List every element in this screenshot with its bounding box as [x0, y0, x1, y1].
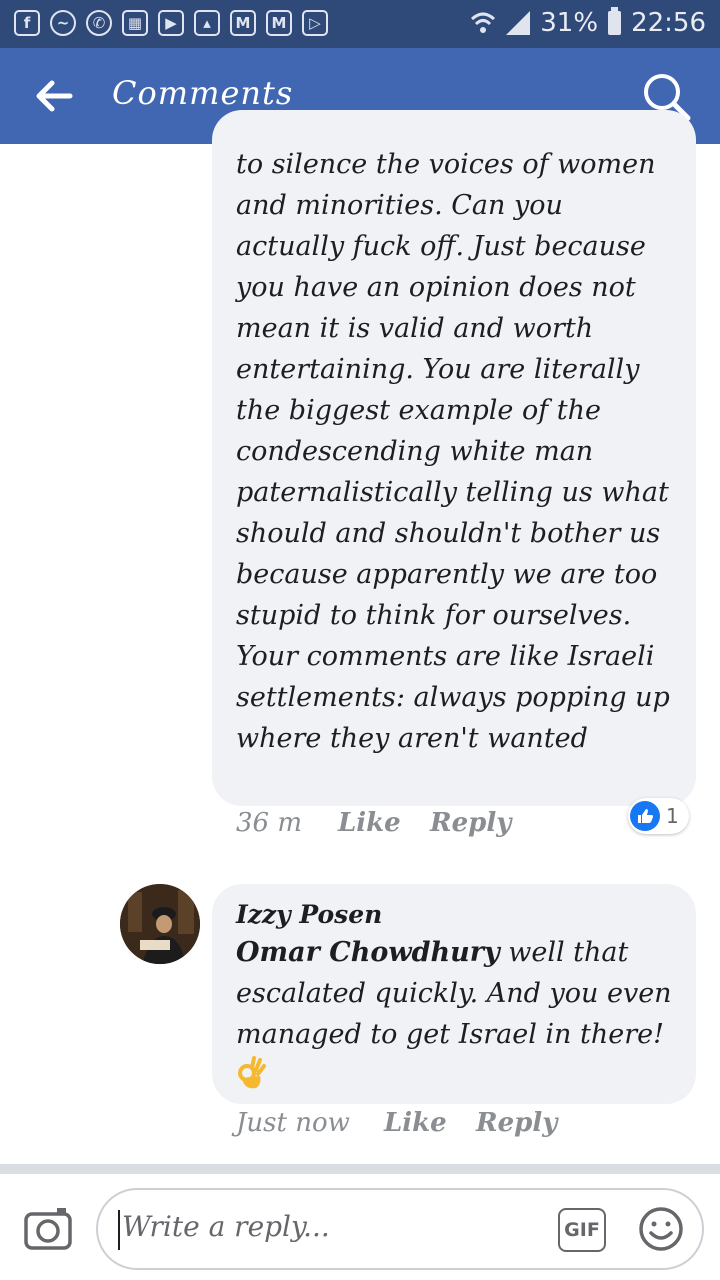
whatsapp-icon: ✆ [86, 10, 112, 36]
clock: 22:56 [631, 8, 706, 38]
comment-actions: Just now Like Reply [236, 1108, 557, 1138]
reply-composer: Write a reply... GIF [0, 1174, 720, 1280]
divider [0, 1164, 720, 1174]
reply-input[interactable]: Write a reply... GIF [96, 1188, 704, 1270]
comment-author[interactable]: Izzy Posen [236, 898, 672, 932]
page-title: Comments [112, 74, 294, 112]
thumbs-up-icon [630, 801, 660, 831]
comment-timestamp: 36 m [236, 808, 303, 838]
facebook-icon: f [14, 10, 40, 36]
calendar-icon: ▦ [122, 10, 148, 36]
text-cursor [118, 1210, 120, 1250]
gif-button[interactable]: GIF [558, 1208, 606, 1252]
mention-link[interactable]: Omar Chowdhury [236, 937, 500, 968]
battery-percent: 31% [540, 8, 599, 38]
status-bar: f ~ ✆ ▦ ▶ ▴ M M ▷ 31% 22:56 [0, 0, 720, 48]
reply-button[interactable]: Reply [430, 808, 511, 838]
wifi-icon [471, 12, 496, 33]
comment-text: Omar Chowdhury well that escalated quick… [236, 932, 672, 1096]
like-button[interactable]: Like [338, 808, 430, 838]
comment-bubble: Izzy Posen Omar Chowdhury well that esca… [212, 884, 696, 1104]
camera-icon[interactable] [24, 1206, 72, 1250]
comment-text: to silence the voices of women and minor… [236, 149, 670, 754]
like-button[interactable]: Like [384, 1108, 476, 1138]
comment-actions: 36 m Like Reply [236, 808, 511, 838]
avatar[interactable] [120, 884, 200, 964]
signal-icon [506, 11, 531, 35]
reaction-number: 1 [666, 804, 679, 828]
smiley-icon[interactable] [638, 1206, 684, 1252]
reply-button[interactable]: Reply [476, 1108, 557, 1138]
gmail-icon: M [230, 10, 256, 36]
gmail-icon: M [266, 10, 292, 36]
reply-placeholder: Write a reply... [122, 1210, 330, 1243]
comment-timestamp: Just now [236, 1108, 350, 1138]
battery-icon [608, 7, 622, 35]
reaction-count[interactable]: 1 [628, 798, 689, 834]
ok-hand-icon [238, 1056, 266, 1089]
comment-bubble: to silence the voices of women and minor… [212, 110, 696, 806]
youtube-icon: ▶ [158, 10, 184, 36]
gallery-icon: ▴ [194, 10, 220, 36]
arrow-left-icon[interactable] [30, 72, 78, 120]
messenger-icon: ~ [50, 10, 76, 36]
play-store-icon: ▷ [302, 10, 328, 36]
